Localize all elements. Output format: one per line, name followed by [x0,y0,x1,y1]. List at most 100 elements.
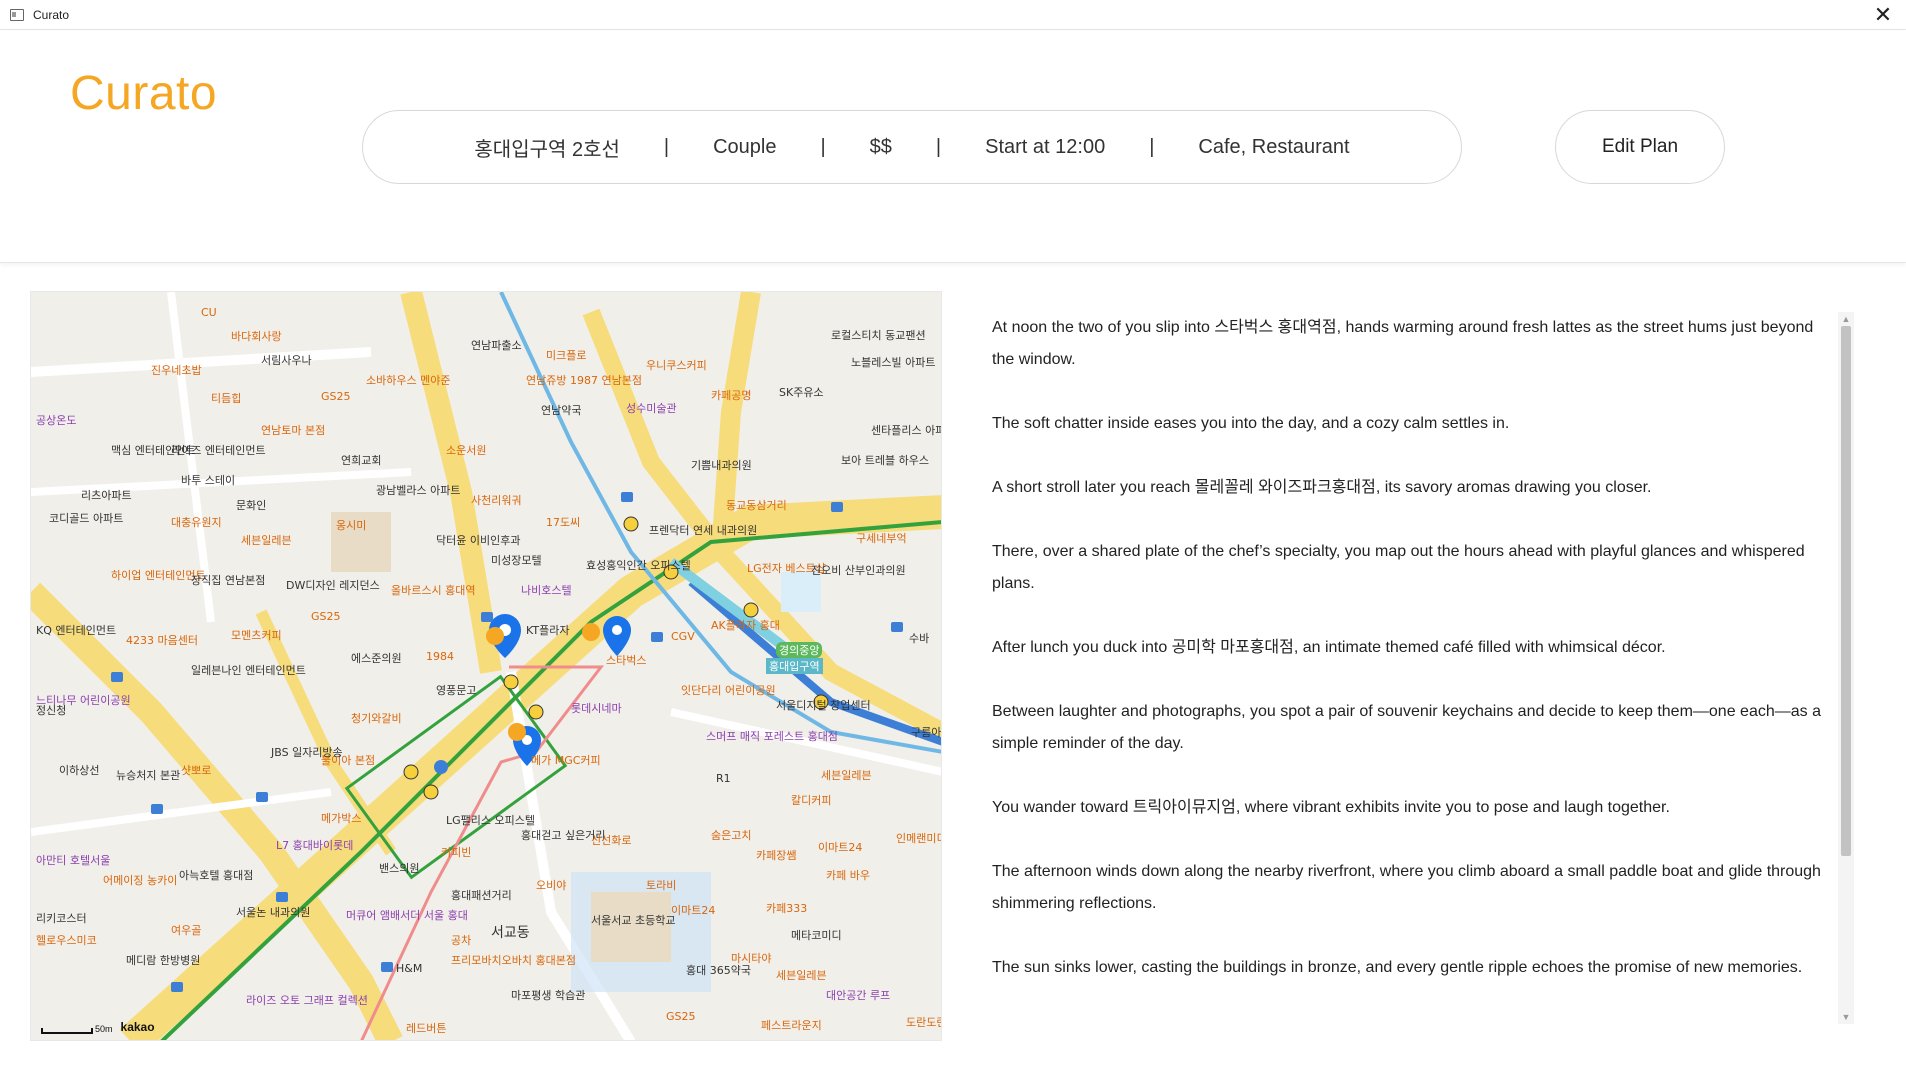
window-title: Curato [33,8,70,22]
map-label: JBS 일자리방송 [271,746,343,759]
map-label: 아늑호텔 홍대점 [179,869,254,882]
map-label: KQ 엔터테인먼트 [36,624,117,637]
map-label: 보아 트레블 하우스 [841,454,929,467]
map-label: 홍대 365약국 [686,964,751,977]
map-label: 서울서교 초등학교 [591,914,676,927]
map-label: 청기와갈비 [351,712,402,725]
map-label: 우니쿠스커피 [646,359,707,372]
map-label: 세븐일레븐 [241,534,292,547]
map-label: 공차 [451,934,472,947]
map-label: 연남토마 본점 [261,424,326,437]
map-label: 이하상선 [59,764,100,777]
map-label: 올바르스시 홍대역 [391,584,476,597]
map-label: 카페333 [766,902,808,915]
story-paragraph: You wander toward 트릭아이뮤지엄, where vibrant… [992,799,1670,816]
window-titlebar: Curato ✕ [0,0,1906,30]
map-label: 소운서원 [446,444,487,457]
edit-plan-button[interactable]: Edit Plan [1555,110,1725,184]
map-label: L7 홍대바이롯데 [276,839,354,852]
map-label: GS25 [311,610,341,623]
map-label: CU [201,306,217,319]
map-label: 느티나무 어린이공원 [36,694,131,707]
story-paragraph: A short stroll later you reach 몰레꼴레 와이즈파… [992,479,1652,496]
map-label: 코디골드 아파트 [49,512,124,525]
plan-separator: | [663,135,670,158]
map-label: 라이즈 오토 그래프 컬렉션 [246,994,368,1007]
map-label: 로컬스티치 동교팬션 [831,329,926,342]
map-label: 노블레스빌 아파트 [851,356,936,369]
map-label: GS25 [321,390,351,403]
map-label: 이마트24 [818,841,863,854]
close-icon[interactable]: ✕ [1866,0,1900,30]
map-label: 프리모바치오바치 홍대본점 [451,954,576,967]
map-label: 밴스의원 [379,862,420,875]
map-label: H&M [396,962,423,975]
map-scale-label: 50m [95,1024,113,1034]
map-label: 경의중앙 [776,642,823,658]
map-label: 티듬힙 [211,392,242,405]
route-map[interactable]: CU 바다회사랑 진우네초밥 서림사우나 소바하우스 멘야준 티듬힙 GS25 … [30,291,942,1041]
map-label: 진우네초밥 [151,364,202,377]
scroll-down-icon[interactable]: ▼ [1838,1010,1854,1024]
map-label: 바투 스테이 [181,474,236,487]
scrollbar-thumb[interactable] [1841,326,1851,856]
map-label: 동교동삼거리 [726,499,787,512]
map-label: 토라비 [646,879,677,892]
map-label: 아만티 호텔서울 [36,854,111,867]
map-attribution: kakao [120,1020,155,1034]
map-label: 센타플리스 아파트 [871,424,941,437]
map-label: 영풍문고 [436,684,477,697]
date-story-panel: At noon the two of you slip into 스타벅스 홍대… [992,312,1832,1032]
app-logo: Curato [70,67,218,120]
map-label: 소바하우스 멘야준 [366,374,451,387]
plan-summary-bar: 홍대입구역 2호선 | Couple | $$ | Start at 12:00… [362,110,1462,184]
map-label: 바다회사랑 [231,330,282,343]
map-label: 오비야 [536,879,567,892]
map-label: 닥터윤 이비인후과 [436,534,521,547]
map-label: 메타코미디 [791,929,842,942]
map-label: CGV [671,630,695,643]
map-label: 세븐일레븐 [821,769,872,782]
map-label: 이마트24 [671,904,716,917]
map-label: 나비호스텔 [521,584,572,597]
map-label: 세븐일레븐 [776,969,827,982]
map-label: 스타벅스 [606,654,647,667]
map-label: 공상온도 [36,414,77,427]
app-header: Curato 홍대입구역 2호선 | Couple | $$ | Start a… [0,30,1906,263]
app-window-icon [10,9,24,21]
map-label: 머큐어 앰배서더 서울 홍대 [346,909,468,922]
map-label: 카페공명 [711,389,752,402]
map-label: 구름아 홍대본점 [911,726,942,739]
map-label: 카페장쌤 [756,849,797,862]
map-label: R1 [716,772,731,785]
map-label: 구세네부억 [856,532,907,545]
map-label: 메가박스 [321,812,362,825]
map-label: 장직집 연남본점 [191,574,266,587]
map-label: 서교동 [491,925,530,941]
story-paragraph: After lunch you duck into 공미학 마포홍대점, an … [992,639,1666,656]
plan-categories: Cafe, Restaurant [1198,135,1350,158]
scroll-up-icon[interactable]: ▲ [1838,312,1854,326]
map-label: 일레븐나인 엔터테인먼트 [191,664,306,677]
map-label: 연희교회 [341,454,382,467]
map-label: 서울디지털 창업센터 [776,699,871,712]
map-label: 옹시미 [336,519,367,532]
plan-companion: Couple [713,135,777,158]
map-scale-bar [41,1028,93,1034]
map-label: 4233 마음센터 [126,634,198,647]
map-label: 헬로우스미코 [36,934,97,947]
map-label: 스머프 매직 포레스트 홍대점 [706,730,838,743]
map-label: 리키코스터 [36,912,87,925]
story-scrollbar[interactable]: ▲ ▼ [1838,312,1854,1024]
map-label: 신선화로 [591,834,632,847]
map-label: 문화인 [236,499,267,512]
map-label: 여우골 [171,924,202,937]
map-label: 잇단다리 어린이공원 [681,684,776,697]
map-label: 1984 [426,650,454,663]
map-label: AK플라자 홍대 [711,619,780,632]
plan-start-time: Start at 12:00 [985,135,1106,158]
map-label: 롯데시네마 [571,702,622,715]
map-label: 미성장모텔 [491,554,542,567]
map-label: 맥심 엔터테인먼트 [111,444,196,457]
map-label: KT플라자 [526,624,570,637]
